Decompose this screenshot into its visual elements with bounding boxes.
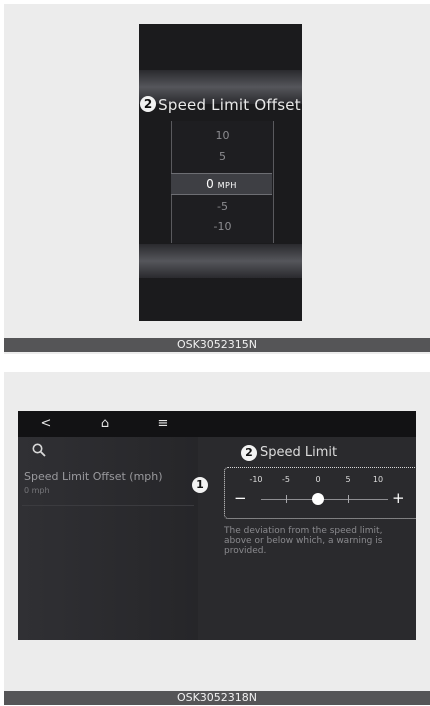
- callout-badge-1: 1: [192, 477, 208, 493]
- phone-screen: 2 Speed Limit Offset 10 5 0 MPH -5 -10: [139, 24, 302, 321]
- picker-option-minus10[interactable]: -10: [172, 220, 273, 233]
- slider-tick-label-minus10: -10: [249, 475, 263, 484]
- slider-tick: [348, 495, 349, 503]
- speed-limit-offset-item-value: 0 mph: [24, 486, 50, 495]
- figure-panel-speed-limit-settings: < ⌂ ≡ Speed Limit Offset (mph) 0 mph 1 2…: [4, 372, 430, 692]
- figure-panel-offset-picker: 2 Speed Limit Offset 10 5 0 MPH -5 -10: [4, 4, 430, 354]
- figure-caption-1: OSK3052315N: [4, 338, 430, 352]
- list-divider: [22, 505, 194, 506]
- slider-tick-label-0: 0: [315, 475, 321, 484]
- menu-icon[interactable]: ≡: [152, 411, 174, 437]
- slider-tick-label-minus5: -5: [282, 475, 290, 484]
- slider-handle[interactable]: [312, 493, 324, 505]
- picker-selected-option[interactable]: 0 MPH: [171, 173, 272, 195]
- figure-caption-2: OSK3052318N: [4, 691, 430, 705]
- top-bar: < ⌂ ≡: [18, 411, 416, 437]
- speed-limit-description: The deviation from the speed limit, abov…: [224, 526, 383, 556]
- footer-band: [139, 244, 302, 278]
- search-icon[interactable]: [32, 443, 46, 457]
- callout-badge-2: 2: [140, 96, 157, 112]
- home-icon[interactable]: ⌂: [94, 411, 116, 437]
- speed-limit-title: Speed Limit: [260, 445, 338, 460]
- slider-tick: [286, 495, 287, 503]
- increase-button[interactable]: +: [392, 489, 405, 507]
- picker-option-5[interactable]: 5: [172, 150, 273, 163]
- speed-limit-offset-item-label[interactable]: Speed Limit Offset (mph): [24, 470, 163, 483]
- picker-selected-value: 0: [206, 177, 214, 191]
- offset-title: 2 Speed Limit Offset: [139, 96, 302, 114]
- picker-option-minus5[interactable]: -5: [172, 200, 273, 213]
- back-arrow-icon[interactable]: <: [35, 411, 57, 437]
- offset-title-text: Speed Limit Offset: [158, 96, 301, 114]
- speed-limit-slider-track[interactable]: [261, 499, 388, 500]
- settings-list-pane: [18, 437, 198, 640]
- picker-selected-unit: MPH: [217, 181, 237, 190]
- slider-tick-label-10: 10: [372, 475, 384, 484]
- decrease-button[interactable]: −: [234, 489, 247, 507]
- callout-badge-2: 2: [241, 445, 257, 461]
- picker-option-10[interactable]: 10: [172, 129, 273, 142]
- infotainment-screen: < ⌂ ≡ Speed Limit Offset (mph) 0 mph 1 2…: [18, 411, 416, 640]
- offset-picker-wheel[interactable]: 10 5 0 MPH -5 -10: [171, 121, 274, 243]
- slider-tick-label-5: 5: [345, 475, 351, 484]
